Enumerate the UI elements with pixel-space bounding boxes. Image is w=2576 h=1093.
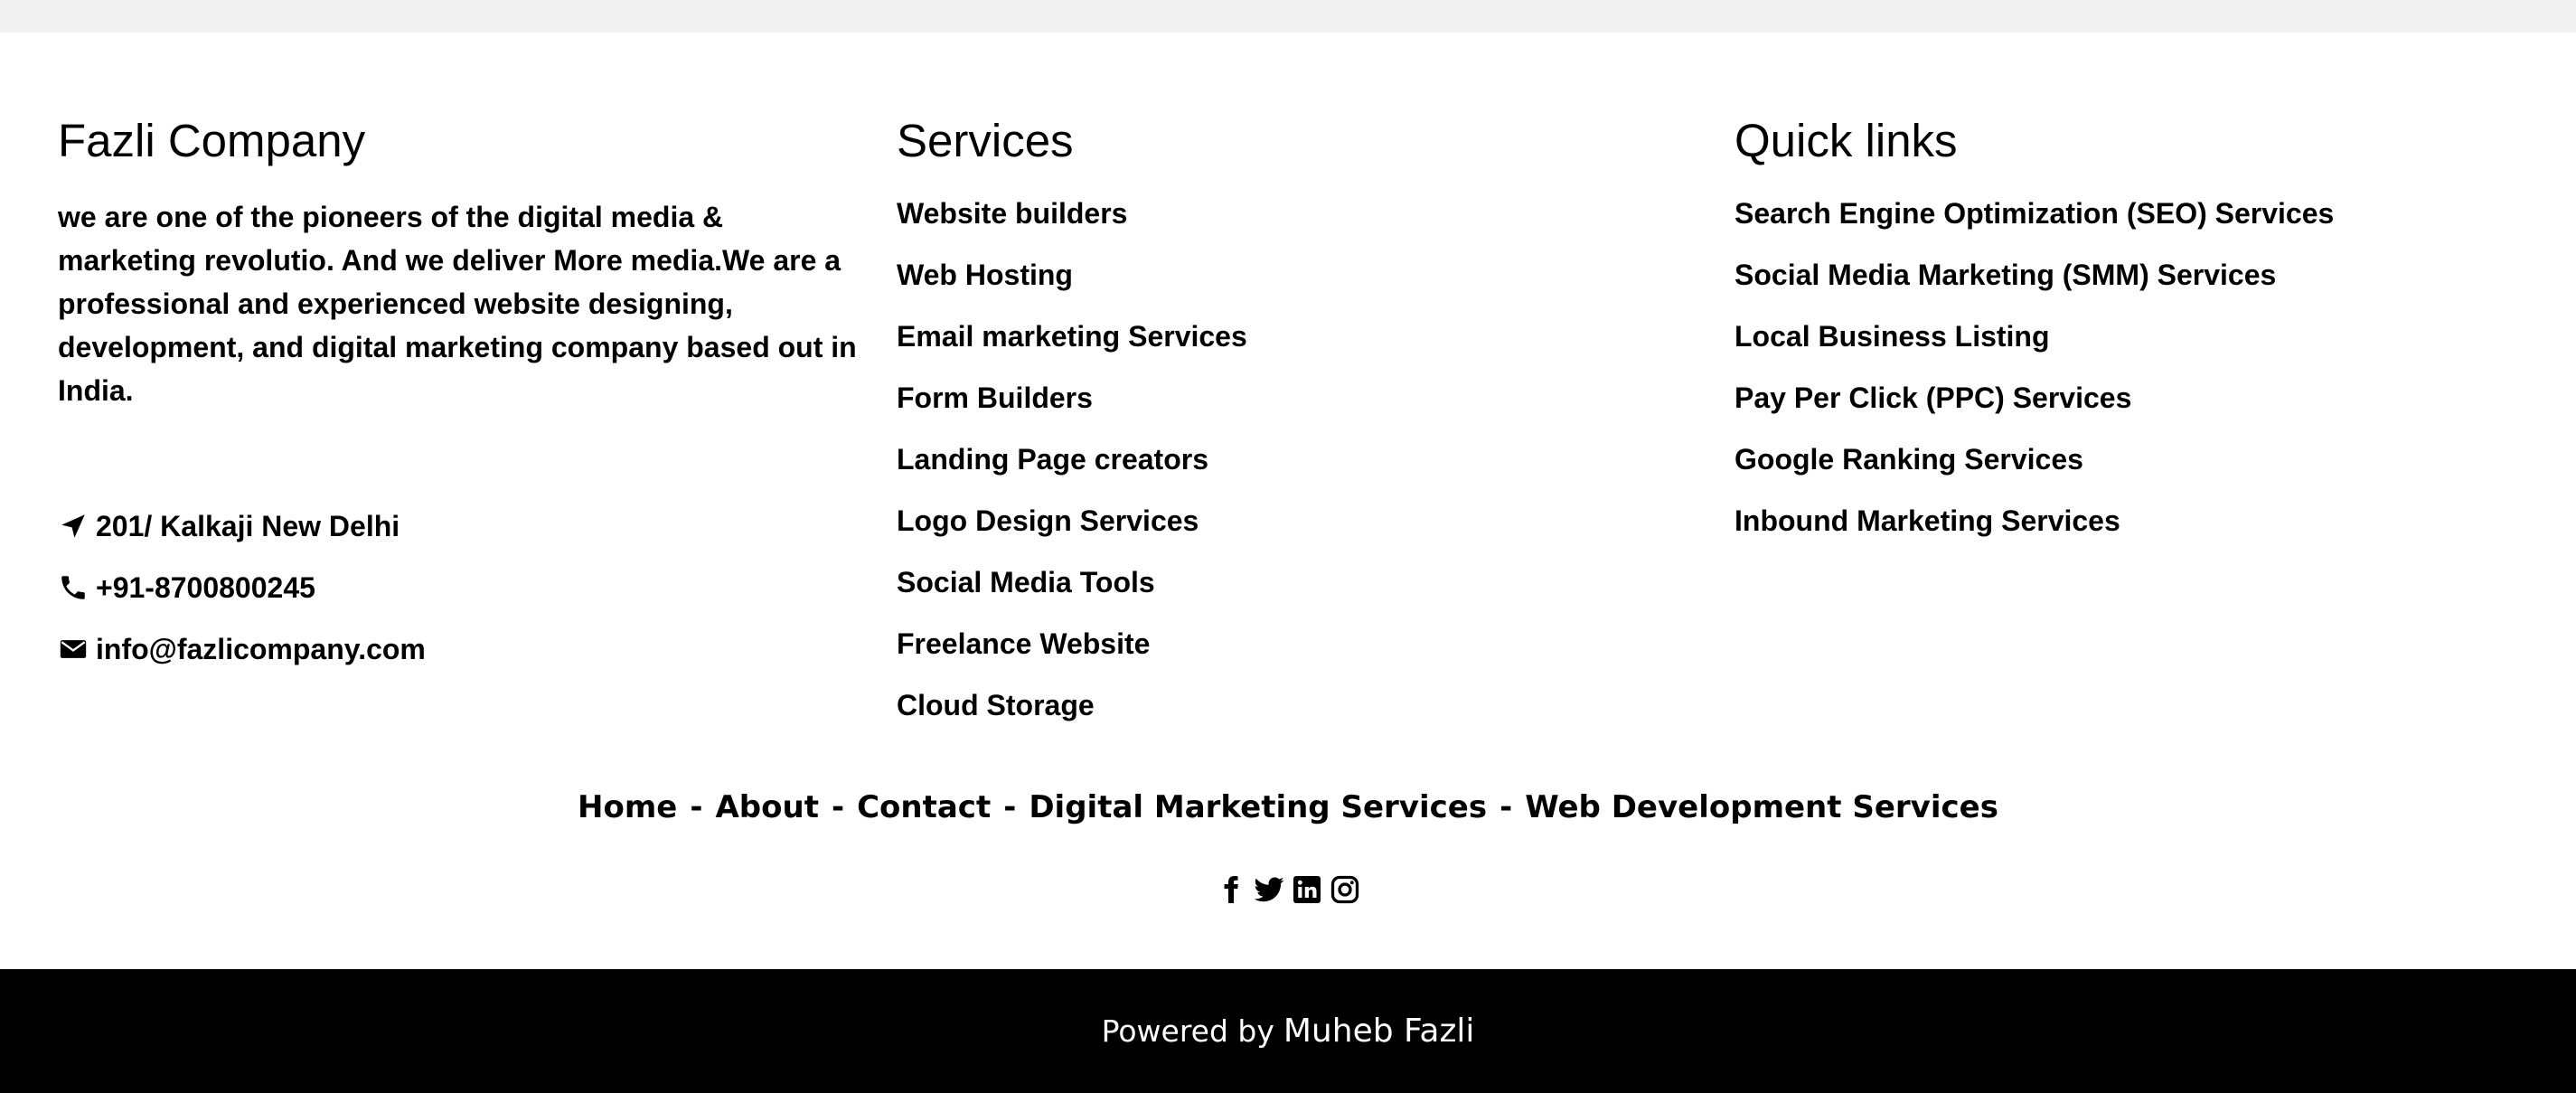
location-arrow-icon — [58, 511, 89, 542]
nav-separator: - — [831, 789, 845, 825]
phone-icon — [58, 572, 89, 603]
linkedin-icon[interactable] — [1291, 873, 1323, 906]
address-text: 201/ Kalkaji New Delhi — [96, 509, 400, 542]
services-link-form-builders[interactable]: Form Builders — [897, 382, 1093, 414]
list-item: Social Media Tools — [897, 564, 1710, 626]
services-link-freelance-website[interactable]: Freelance Website — [897, 627, 1150, 660]
social-links — [0, 873, 2576, 906]
services-link-cloud-storage[interactable]: Cloud Storage — [897, 689, 1095, 721]
contact-list: 201/ Kalkaji New Delhi +91-8700800245 in… — [58, 495, 862, 680]
about-column: Fazli Company we are one of the pioneers… — [58, 112, 862, 680]
powered-by-bar: Powered by Muheb Fazli — [0, 969, 2576, 1093]
facebook-icon[interactable] — [1215, 873, 1247, 906]
list-item: Search Engine Optimization (SEO) Service… — [1735, 195, 2548, 257]
nav-separator: - — [1003, 789, 1017, 825]
nav-separator: - — [690, 789, 703, 825]
services-link-website-builders[interactable]: Website builders — [897, 197, 1127, 230]
list-item: Website builders — [897, 195, 1710, 257]
nav-contact[interactable]: Contact — [857, 789, 991, 825]
nav-about[interactable]: About — [715, 789, 818, 825]
list-item: Form Builders — [897, 380, 1710, 441]
nav-digital-marketing[interactable]: Digital Marketing Services — [1029, 789, 1487, 825]
services-link-social-media-tools[interactable]: Social Media Tools — [897, 566, 1155, 598]
services-column: Services Website builders Web Hosting Em… — [897, 112, 1710, 749]
author-name: Muheb Fazli — [1283, 1013, 1475, 1050]
nav-web-development[interactable]: Web Development Services — [1525, 789, 1998, 825]
list-item: Logo Design Services — [897, 503, 1710, 564]
quick-link-smm[interactable]: Social Media Marketing (SMM) Services — [1735, 259, 2276, 291]
quick-link-ppc[interactable]: Pay Per Click (PPC) Services — [1735, 382, 2131, 414]
services-link-landing-page[interactable]: Landing Page creators — [897, 443, 1208, 476]
company-description: we are one of the pioneers of the digita… — [58, 201, 857, 407]
quick-link-local-business[interactable]: Local Business Listing — [1735, 320, 2050, 353]
list-item: Social Media Marketing (SMM) Services — [1735, 257, 2548, 318]
list-item: Pay Per Click (PPC) Services — [1735, 380, 2548, 441]
quick-link-inbound-marketing[interactable]: Inbound Marketing Services — [1735, 504, 2120, 537]
quick-links-list: Search Engine Optimization (SEO) Service… — [1735, 195, 2548, 564]
top-strip — [0, 0, 2576, 33]
list-item: Cloud Storage — [897, 687, 1710, 749]
services-link-email-marketing[interactable]: Email marketing Services — [897, 320, 1247, 353]
contact-phone: +91-8700800245 — [58, 557, 862, 618]
services-link-logo-design[interactable]: Logo Design Services — [897, 504, 1199, 537]
quick-links-title: Quick links — [1735, 115, 1958, 166]
quick-links-column: Quick links Search Engine Optimization (… — [1735, 112, 2548, 564]
phone-text: +91-8700800245 — [96, 570, 315, 604]
quick-link-seo[interactable]: Search Engine Optimization (SEO) Service… — [1735, 197, 2334, 230]
list-item: Local Business Listing — [1735, 318, 2548, 380]
list-item: Email marketing Services — [897, 318, 1710, 380]
list-item: Freelance Website — [897, 626, 1710, 687]
contact-address: 201/ Kalkaji New Delhi — [58, 495, 862, 557]
services-link-web-hosting[interactable]: Web Hosting — [897, 259, 1073, 291]
nav-separator: - — [1500, 789, 1513, 825]
services-title: Services — [897, 115, 1074, 166]
powered-by-label: Powered by — [1101, 1013, 1274, 1049]
list-item: Web Hosting — [897, 257, 1710, 318]
list-item: Google Ranking Services — [1735, 441, 2548, 503]
nav-home[interactable]: Home — [578, 789, 677, 825]
services-list: Website builders Web Hosting Email marke… — [897, 195, 1710, 749]
instagram-icon[interactable] — [1329, 873, 1361, 906]
email-text: info@fazlicompany.com — [96, 632, 426, 665]
bottom-nav: Home - About - Contact - Digital Marketing Ser… — [0, 785, 2576, 830]
envelope-icon — [58, 634, 89, 664]
list-item: Inbound Marketing Services — [1735, 503, 2548, 564]
quick-link-google-ranking[interactable]: Google Ranking Services — [1735, 443, 2083, 476]
twitter-icon[interactable] — [1253, 873, 1285, 906]
contact-email: info@fazlicompany.com — [58, 618, 862, 680]
list-item: Landing Page creators — [897, 441, 1710, 503]
company-title: Fazli Company — [58, 115, 366, 166]
